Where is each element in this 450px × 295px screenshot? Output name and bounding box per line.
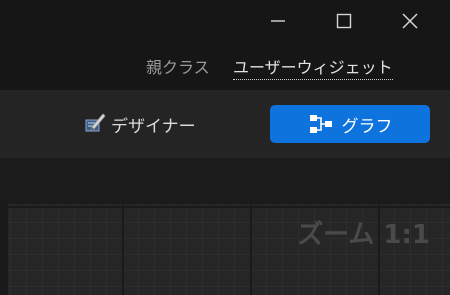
close-button[interactable]: [388, 4, 432, 38]
title-bar: [0, 0, 450, 42]
parent-class-row: 親クラス ユーザーウィジェット: [0, 42, 450, 90]
maximize-button[interactable]: [322, 4, 366, 38]
close-icon: [402, 13, 418, 29]
zoom-level-label: ズーム 1:1: [297, 220, 430, 250]
graph-nodes-icon: [308, 113, 334, 135]
parent-class-link[interactable]: ユーザーウィジェット: [233, 54, 393, 80]
designer-mode-label: デザイナー: [111, 116, 196, 137]
editor-window: 親クラス ユーザーウィジェット デザイナー グラフ ズーム 1:1: [0, 0, 450, 295]
secondary-toolbar: [0, 158, 450, 204]
minimize-button[interactable]: [256, 4, 300, 38]
minimize-icon: [271, 20, 285, 22]
graph-mode-button[interactable]: グラフ: [270, 105, 430, 143]
maximize-icon: [336, 13, 352, 29]
designer-mode-button[interactable]: デザイナー: [84, 106, 196, 142]
mode-toolbar: デザイナー グラフ: [0, 90, 450, 158]
canvas-left-edge: [0, 204, 8, 295]
designer-pencil-icon: [84, 113, 106, 135]
parent-class-label: 親クラス: [146, 58, 210, 77]
graph-mode-label: グラフ: [341, 116, 393, 137]
